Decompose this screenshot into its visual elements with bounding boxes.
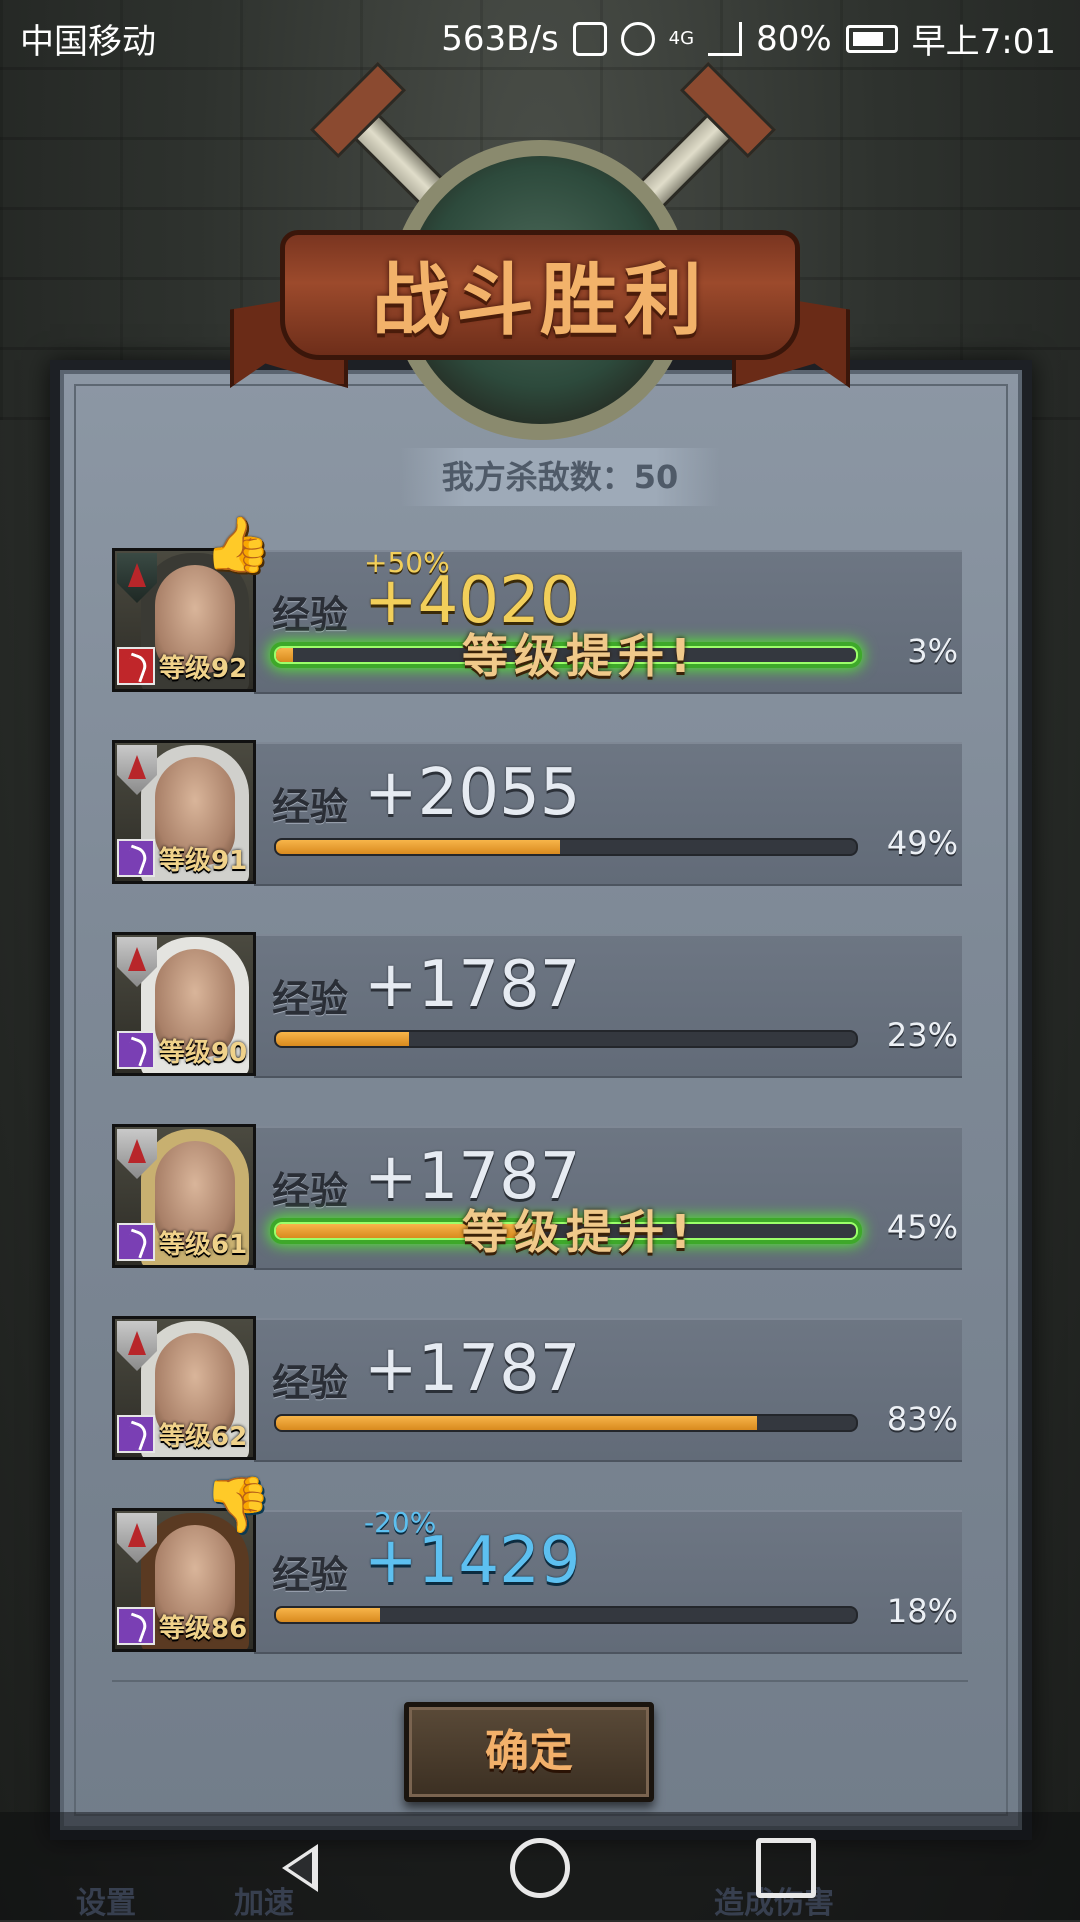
exp-progress-fill: [276, 1416, 758, 1430]
home-icon[interactable]: [510, 1838, 570, 1898]
confirm-button[interactable]: 确定: [404, 1702, 654, 1802]
exp-gained: +2055: [364, 756, 581, 830]
row-background: [254, 1510, 962, 1654]
hero-level: 等级61: [159, 1230, 248, 1260]
victory-crest: 战斗胜利: [230, 40, 850, 440]
exp-percent: 49%: [886, 824, 958, 862]
hero-level: 等级92: [159, 654, 248, 684]
exp-progress-bar: [274, 838, 858, 856]
hero-level: 等级91: [159, 846, 248, 876]
network-type: 4G: [668, 28, 695, 49]
exp-label: 经验: [272, 1553, 349, 1597]
network-speed: 563B/s: [441, 18, 559, 59]
signal-icon: [708, 21, 743, 56]
back-icon[interactable]: [270, 1838, 330, 1898]
exp-progress-fill: [276, 1608, 381, 1622]
exp-label: 经验: [272, 1361, 349, 1405]
exp-percent: 18%: [886, 1592, 958, 1630]
exp-progress-bar: [274, 1606, 858, 1624]
exp-label: 经验: [272, 593, 349, 637]
recent-apps-icon[interactable]: [756, 1838, 816, 1898]
exp-label: 经验: [272, 977, 349, 1021]
thumbs-up-icon: 👍: [204, 513, 272, 576]
exp-progress-fill: [276, 840, 561, 854]
exp-progress-fill: [276, 648, 294, 662]
alarm-icon: [620, 21, 655, 56]
exp-percent: 23%: [886, 1016, 958, 1054]
vibrate-icon: [572, 21, 607, 56]
weapon-type-icon: [117, 1415, 155, 1453]
hero-level: 等级62: [159, 1422, 248, 1452]
hero-level: 等级86: [159, 1614, 248, 1644]
battery-percent: 80%: [756, 18, 832, 59]
hero-level: 等级90: [159, 1038, 248, 1068]
hero-row: 等级92 👍 经验 +50% +4020 等级提升! 3%: [112, 514, 968, 694]
hero-portrait[interactable]: 等级90: [112, 932, 256, 1076]
hero-portrait[interactable]: 等级91: [112, 740, 256, 884]
hero-portrait[interactable]: 等级62: [112, 1316, 256, 1460]
hero-portrait[interactable]: 等级61: [112, 1124, 256, 1268]
divider: [112, 1680, 968, 1682]
kill-count: 我方杀敌数：50: [400, 448, 720, 506]
exp-progress-bar: [274, 1414, 858, 1432]
row-background: [254, 1318, 962, 1462]
status-bar: 中国移动 563B/s 4G 80% 早上7:01: [0, 0, 1080, 74]
hero-row: 等级90 经验 +1787 23%: [112, 932, 968, 1078]
exp-gained: +1787: [364, 948, 581, 1022]
exp-progress-bar: [274, 1030, 858, 1048]
weapon-type-icon: [117, 1607, 155, 1645]
level-up-label: 等级提升!: [462, 1205, 697, 1259]
weapon-type-icon: [117, 647, 155, 685]
weapon-type-icon: [117, 1031, 155, 1069]
thumbs-down-icon: 👎: [204, 1473, 272, 1536]
row-background: [254, 742, 962, 886]
weapon-type-icon: [117, 1223, 155, 1261]
hero-results-list: 等级92 👍 经验 +50% +4020 等级提升! 3% 等级91 经验 +2055 49% 等级9…: [112, 514, 968, 1654]
exp-progress-fill: [276, 1032, 410, 1046]
clock: 早上7:01: [911, 22, 1056, 62]
exp-label: 经验: [272, 1169, 349, 1213]
system-nav-bar: [0, 1812, 1080, 1920]
status-right: 563B/s 4G 80% 早上7:01: [441, 14, 1056, 63]
hero-row: 等级86 👎 经验 -20% +1429 18%: [112, 1474, 968, 1654]
hero-row: 等级91 经验 +2055 49%: [112, 740, 968, 886]
exp-percent: 45%: [886, 1208, 958, 1246]
exp-gained: +1429: [364, 1524, 581, 1598]
hero-row: 等级62 经验 +1787 83%: [112, 1316, 968, 1462]
battery-icon: [845, 24, 898, 53]
victory-title: 战斗胜利: [371, 256, 708, 346]
exp-percent: 3%: [907, 632, 958, 670]
level-up-label: 等级提升!: [462, 629, 697, 683]
exp-label: 经验: [272, 785, 349, 829]
row-background: [254, 934, 962, 1078]
exp-percent: 83%: [886, 1400, 958, 1438]
hero-row: 等级61 经验 +1787 等级提升! 45%: [112, 1124, 968, 1270]
exp-gained: +1787: [364, 1332, 581, 1406]
carrier-name: 中国移动: [20, 22, 156, 62]
weapon-type-icon: [117, 839, 155, 877]
